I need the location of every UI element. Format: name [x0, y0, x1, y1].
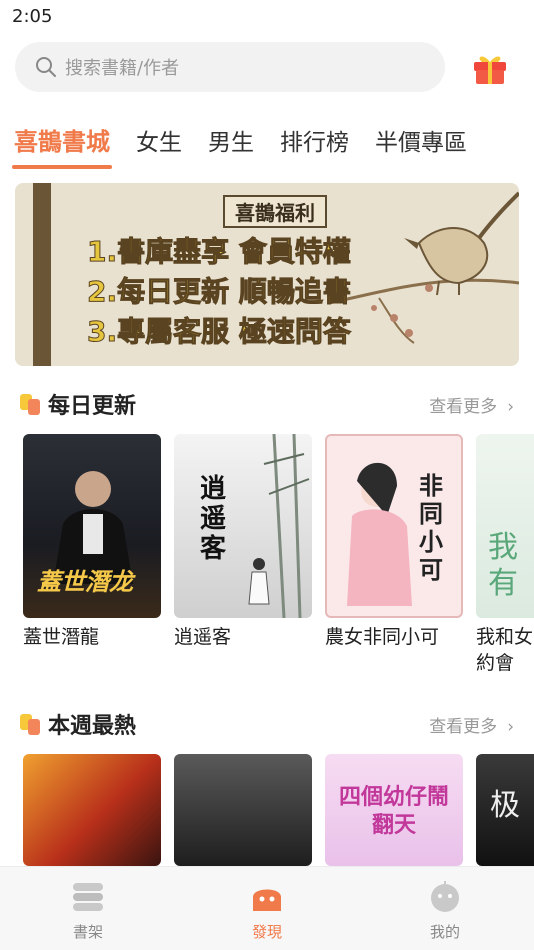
book-card[interactable]: 我有 我和女 約會 [476, 434, 534, 676]
see-more-link[interactable]: 查看更多 › [429, 712, 514, 737]
book-card[interactable]: 逍遥客 逍遥客 [174, 434, 312, 650]
book-title: 蓋世潛龍 [23, 626, 100, 648]
book-card[interactable]: 四個幼仔鬧翻天 [325, 754, 463, 866]
nav-label: 書架 [72, 923, 103, 941]
book-cover[interactable]: 逍遥客 [174, 434, 312, 618]
book-card[interactable]: 蓋世潛龙 蓋世潛龍 [23, 434, 161, 650]
status-time: 2:05 [12, 6, 53, 27]
nav-label: 發現 [251, 923, 282, 941]
section-icon [20, 394, 42, 415]
category-tabs: 喜鵲書城 女生 男生 排行榜 半價專區 [12, 122, 493, 169]
cover-title: 非同小可 [419, 472, 443, 584]
bookshelf-icon [73, 883, 103, 911]
nav-discover[interactable]: 發現 [227, 881, 307, 942]
discover-icon [253, 889, 281, 911]
cover-art [248, 434, 310, 618]
section-header-daily: 每日更新 查看更多 › [20, 388, 514, 419]
tab-half-price[interactable]: 半價專區 [375, 123, 467, 157]
search-bar[interactable]: 搜索書籍/作者 [15, 42, 445, 92]
nav-profile[interactable]: 我的 [405, 881, 485, 942]
chevron-right-icon: › [507, 397, 514, 417]
search-placeholder: 搜索書籍/作者 [65, 58, 180, 79]
banner-decor-strip [33, 183, 51, 366]
search-icon [36, 57, 56, 77]
cover-title: 极 [490, 788, 520, 823]
section-title: 每日更新 [48, 394, 137, 419]
cover-title: 蓋世潛龙 [37, 568, 133, 596]
book-cover[interactable]: 极 [476, 754, 534, 866]
book-cover[interactable]: 非同小可 [325, 434, 463, 618]
tab-female[interactable]: 女生 [136, 123, 182, 157]
book-cover[interactable]: 四個幼仔鬧翻天 [325, 754, 463, 866]
gift-icon[interactable] [470, 48, 510, 88]
book-cover[interactable] [23, 754, 161, 866]
book-title: 農女非同小可 [325, 626, 440, 648]
tab-home[interactable]: 喜鵲書城 [12, 122, 112, 169]
nav-label: 我的 [429, 923, 460, 941]
book-cover[interactable]: 我有 [476, 434, 534, 618]
section-icon [20, 714, 42, 735]
profile-icon [431, 881, 459, 912]
nav-bookshelf[interactable]: 書架 [48, 881, 128, 942]
book-title: 逍遥客 [174, 626, 232, 648]
book-title: 我和女 約會 [476, 626, 534, 674]
banner-line-1: 1.書庫盡享 會員特權 [87, 235, 352, 269]
tab-ranking[interactable]: 排行榜 [280, 123, 349, 157]
book-card[interactable]: 极 [476, 754, 534, 866]
banner-title: 喜鵲福利 [223, 195, 327, 228]
promo-banner[interactable]: 喜鵲福利 1.書庫盡享 會員特權 2.每日更新 順暢追書 3.專屬客服 極速問答 [15, 183, 519, 366]
book-card[interactable] [174, 754, 312, 866]
chevron-right-icon: › [507, 717, 514, 737]
section-title: 本週最熱 [48, 714, 137, 739]
section-header-weekly: 本週最熱 查看更多 › [20, 708, 514, 739]
book-card[interactable] [23, 754, 161, 866]
book-cover[interactable] [174, 754, 312, 866]
book-cover[interactable]: 蓋世潛龙 [23, 434, 161, 618]
see-more-link[interactable]: 查看更多 › [429, 392, 514, 417]
bottom-navigation: 書架 發現 我的 [0, 866, 534, 950]
cover-title: 我有 [488, 530, 518, 601]
tab-male[interactable]: 男生 [208, 123, 254, 157]
book-card[interactable]: 非同小可 農女非同小可 [325, 434, 463, 650]
banner-line-3: 3.專屬客服 極速問答 [87, 315, 352, 349]
banner-line-2: 2.每日更新 順暢追書 [87, 275, 352, 309]
cover-title: 四個幼仔鬧翻天 [338, 785, 449, 838]
cover-title: 逍遥客 [200, 474, 227, 564]
